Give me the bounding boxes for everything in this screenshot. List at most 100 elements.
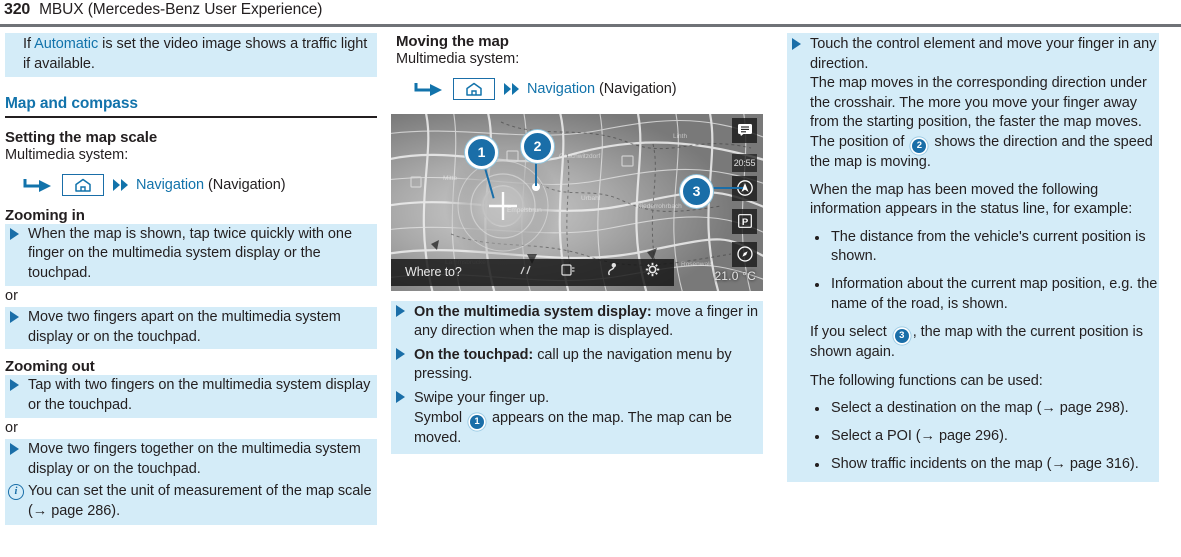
step-zoom-out-tap-text: Tap with two fingers on the multimedia s… xyxy=(28,377,371,413)
svg-text:Urbahl: Urbahl xyxy=(581,195,601,202)
subheading-moving-the-map: Moving the map xyxy=(396,33,509,50)
intro-text-before: If xyxy=(23,36,35,52)
nav-path-left: Navigation (Navigation) xyxy=(5,172,377,198)
step-triangle-icon xyxy=(396,304,405,317)
map-bottom-bar: Where to? xyxy=(391,258,674,286)
hook-arrow-icon xyxy=(414,82,442,96)
step-touchpad: On the touchpad: call up the navigation … xyxy=(391,343,763,387)
paragraph-status-line-info: When the map has been moved the followin… xyxy=(810,181,1133,218)
info-note-text: You can set the unit of measurement of t… xyxy=(28,483,372,519)
page-number: 320 xyxy=(4,1,31,18)
callout-marker-2: 2 xyxy=(521,129,554,163)
step-touch-control-element: Touch the control element and move your … xyxy=(787,34,1159,173)
inline-token-1: 1 xyxy=(470,414,485,429)
automatic-link[interactable]: Automatic xyxy=(34,36,98,52)
callout-3-label: 3 xyxy=(692,183,701,200)
step-swipe-up: Swipe your finger up. Symbol 1 appears o… xyxy=(391,386,763,455)
traffic-icon[interactable] xyxy=(547,263,589,282)
step-move-on-display-bold: On the multimedia system display: xyxy=(414,303,652,320)
bullet-distance-shown: The distance from the vehicle's current … xyxy=(787,228,1159,267)
step-touchpad-text: On the touchpad: call up the navigation … xyxy=(414,346,763,385)
nav-path-paren-middle: (Navigation) xyxy=(599,80,677,97)
subheading-zooming-in: Zooming in xyxy=(5,206,85,224)
step-triangle-icon xyxy=(10,379,19,392)
right-column-band: Touch the control element and move your … xyxy=(787,33,1159,483)
step-zoom-in-spread-text: Move two fingers apart on the multimedia… xyxy=(28,309,341,345)
map-compass-button[interactable] xyxy=(732,241,757,267)
or-separator-2: or xyxy=(5,419,18,436)
step-zoom-in-tap-text: When the map is shown, tap twice quickly… xyxy=(28,225,352,281)
subheading-setting-map-scale: Setting the map scale xyxy=(5,129,158,147)
step-triangle-icon xyxy=(10,227,19,240)
settings-gear-icon[interactable] xyxy=(632,262,674,282)
column-middle: Moving the map Multimedia system: Naviga… xyxy=(391,33,763,455)
step-touchpad-bold: On the touchpad: xyxy=(414,346,534,363)
home-icon-button[interactable] xyxy=(62,173,104,196)
subheading-zooming-out: Zooming out xyxy=(5,358,95,376)
chapter-title: MBUX (Mercedes-Benz User Experience) xyxy=(39,1,323,18)
step-move-on-display: On the multimedia system display: move a… xyxy=(391,300,763,344)
step-triangle-icon xyxy=(792,38,801,50)
callout-marker-3: 3 xyxy=(680,174,713,208)
callout-2-label: 2 xyxy=(533,138,542,155)
step-triangle-icon xyxy=(10,443,19,456)
svg-text:Mitte: Mitte xyxy=(443,175,457,182)
nav-path-middle: Navigation (Navigation) xyxy=(391,76,763,102)
step-zoom-out-tap: Tap with two fingers on the multimedia s… xyxy=(5,375,377,418)
page-columns: If Automatic is set the video image show… xyxy=(0,33,1181,557)
nav-path-paren-left: (Navigation) xyxy=(208,176,286,193)
home-icon-button[interactable] xyxy=(453,77,495,100)
intro-note-block: If Automatic is set the video image show… xyxy=(5,33,377,78)
step-triangle-icon xyxy=(396,390,405,403)
where-to-button[interactable]: Where to? xyxy=(405,265,505,279)
bullet-map-position-info: Information about the current map positi… xyxy=(787,275,1159,314)
poi-pin-icon[interactable] xyxy=(589,262,631,282)
nav-path-label-middle[interactable]: Navigation xyxy=(527,81,595,97)
nav-path-label-left[interactable]: Navigation xyxy=(136,177,204,193)
hook-arrow-icon xyxy=(23,178,51,192)
step-move-on-display-text: On the multimedia system display: move a… xyxy=(414,303,763,342)
section-heading-map-and-compass: Map and compass xyxy=(5,95,377,119)
bullet-show-traffic-incidents: Show traffic incidents on the map (→ pag… xyxy=(787,455,1159,475)
double-chevron-right-icon xyxy=(504,82,521,95)
column-left: If Automatic is set the video image show… xyxy=(5,33,377,525)
intro-note-text: If Automatic is set the video image show… xyxy=(23,35,377,74)
map-temperature-display: 21.0 °C xyxy=(714,268,756,283)
svg-text:Geschwitzdorf: Geschwitzdorf xyxy=(559,153,600,160)
info-icon: i xyxy=(8,483,24,500)
multimedia-system-label-middle: Multimedia system: xyxy=(396,51,520,67)
compass-icon xyxy=(736,246,753,262)
step-zoom-in-spread: Move two fingers apart on the multimedia… xyxy=(5,307,377,350)
step-swipe-up-line1: Swipe your finger up. xyxy=(414,389,550,406)
svg-text:Linth: Linth xyxy=(673,133,687,140)
column-right: Touch the control element and move your … xyxy=(787,33,1159,483)
swipe-text-before: Symbol xyxy=(414,409,467,426)
step-touch-control-line1: Touch the control element and move your … xyxy=(810,36,1157,72)
step-zoom-out-pinch: Move two fingers together on the multime… xyxy=(5,439,377,482)
step-touch-control-line2: The map moves in the corresponding direc… xyxy=(810,74,1159,172)
map-clock-display: 20:55 xyxy=(732,153,757,172)
home-icon xyxy=(75,178,91,192)
svg-text:Niederrohrbach: Niederrohrbach xyxy=(637,203,682,210)
home-icon xyxy=(466,82,482,96)
inline-token-3: 3 xyxy=(894,329,909,344)
route-icon[interactable] xyxy=(505,263,547,281)
svg-text:P: P xyxy=(741,217,748,228)
step-swipe-up-line2: Symbol 1 appears on the map. The map can… xyxy=(414,409,763,449)
map-list-menu-button[interactable] xyxy=(732,117,757,143)
svg-text:Empelsbrun: Empelsbrun xyxy=(507,207,542,214)
double-chevron-right-icon xyxy=(113,178,130,191)
header-divider xyxy=(0,24,1181,27)
parking-icon: P xyxy=(737,214,752,228)
bullet-select-poi: Select a POI (→ page 296). xyxy=(787,427,1159,447)
callout-1-label: 1 xyxy=(477,144,486,161)
callout-marker-1: 1 xyxy=(465,135,498,169)
paragraph-following-functions: The following functions can be used: xyxy=(810,372,1043,389)
map-parking-button[interactable]: P xyxy=(732,208,757,234)
info-note-map-scale: i You can set the unit of measurement of… xyxy=(5,481,377,525)
paragraph-select-marker-3: If you select 3, the map with the curren… xyxy=(787,323,1159,363)
inline-token-2: 2 xyxy=(912,138,927,153)
select-text-before: If you select xyxy=(810,324,891,341)
step-triangle-icon xyxy=(396,347,405,360)
multimedia-system-label-left: Multimedia system: xyxy=(5,147,129,164)
